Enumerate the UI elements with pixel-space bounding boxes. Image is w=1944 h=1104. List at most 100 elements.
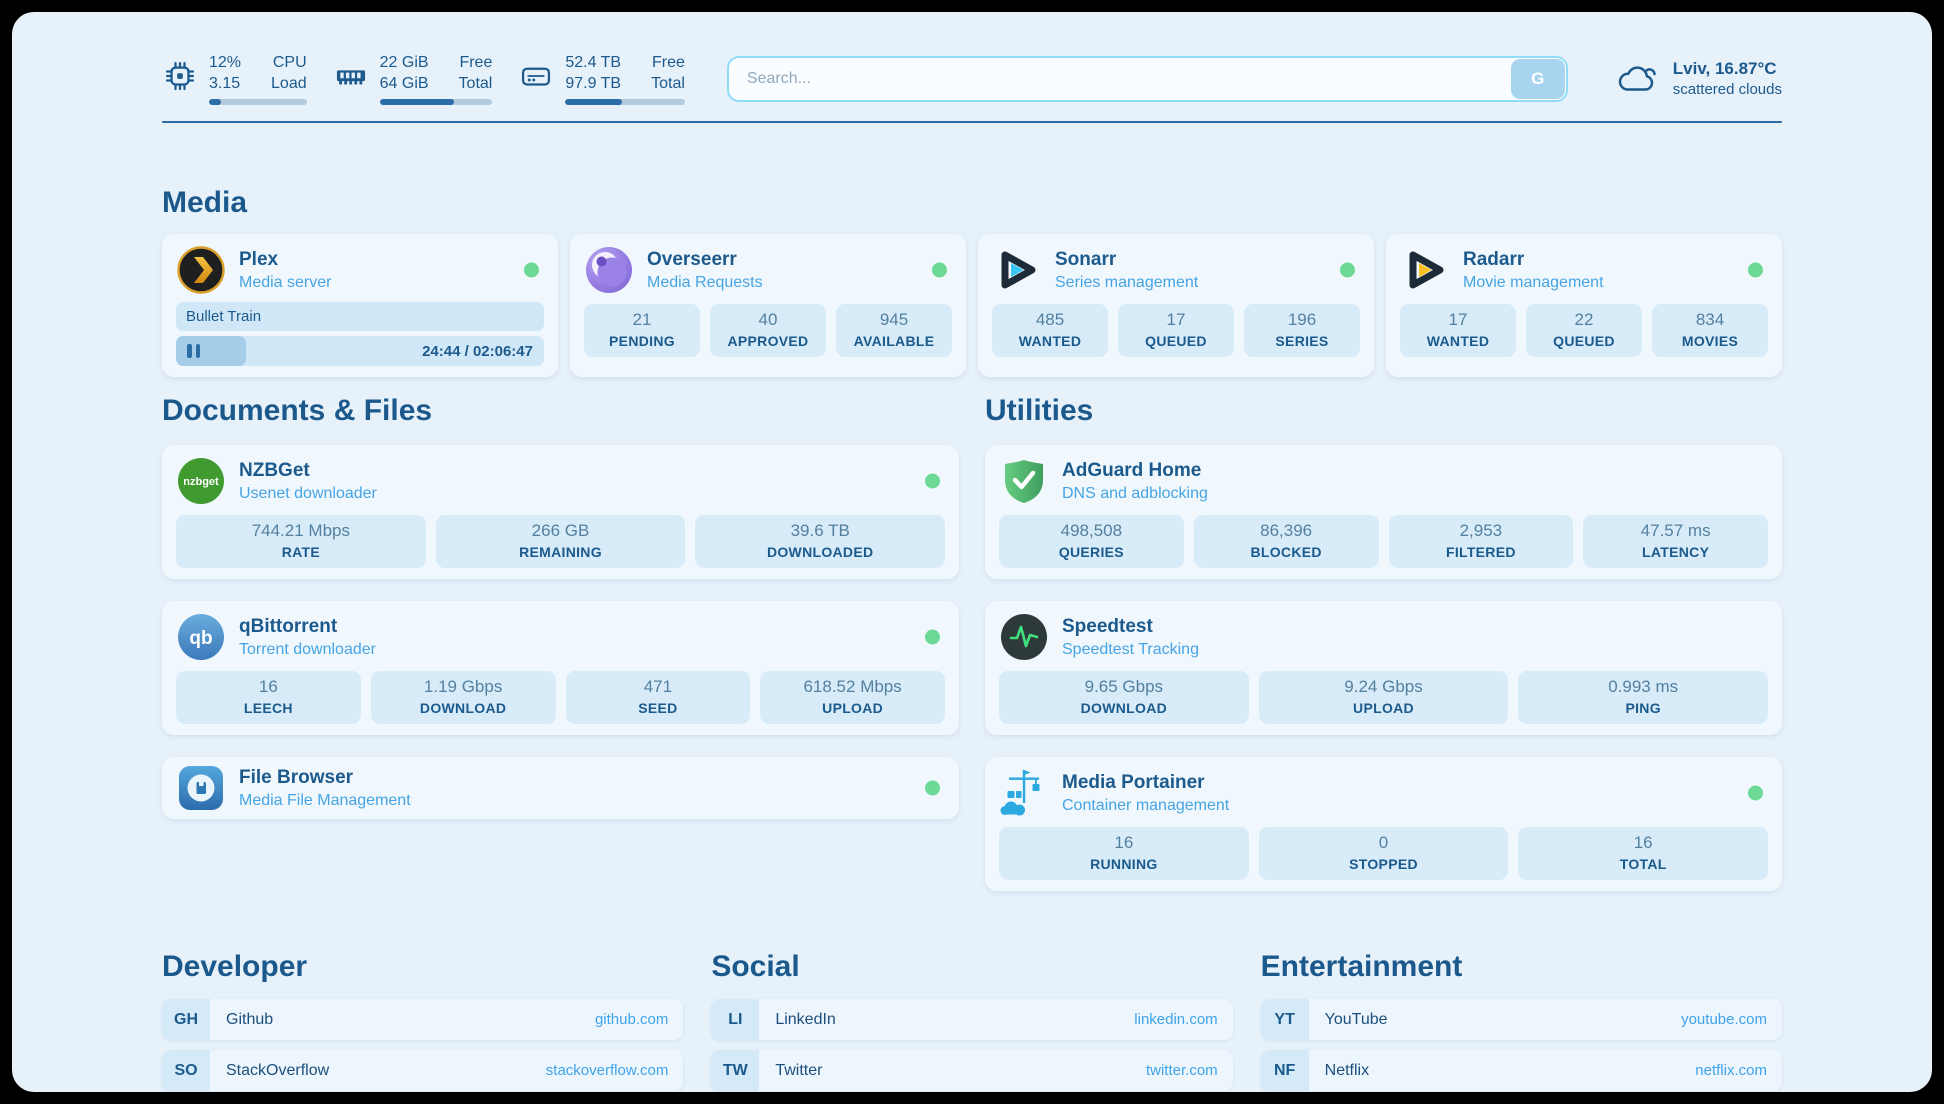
service-card-plex[interactable]: Plex Media server Bullet Train [162,234,558,377]
service-description: Series management [1055,272,1198,293]
ram-label-total: Total [459,73,493,94]
disk-total: 97.9 TB [565,73,621,94]
stat-total: 16 TOTAL [1518,827,1768,880]
status-dot [925,474,940,489]
stat-series: 196 SERIES [1244,304,1360,357]
cpu-load-avg: 3.15 [209,73,241,94]
pause-icon [187,344,200,358]
ram-icon [333,58,369,94]
bookmark-name: LinkedIn [775,1011,836,1029]
weather-location: Lviv, 16.87°C [1673,58,1782,80]
disk-usage-bar [565,99,685,105]
stat-queued: 17 QUEUED [1118,304,1234,357]
bookmark-twitter[interactable]: TW Twitter twitter.com [711,1050,1232,1091]
section-title-utilities: Utilities [985,393,1782,429]
status-dot [1340,263,1355,278]
cpu-widget: 12% 3.15 CPU Load [162,52,307,105]
bookmark-url: github.com [595,1011,668,1028]
cpu-usage-bar [209,99,307,105]
search-input[interactable] [727,56,1568,102]
playback-time: 24:44 / 02:06:47 [422,343,533,360]
bookmark-url: youtube.com [1681,1011,1767,1028]
section-title-media: Media [162,185,1782,221]
bookmark-name: YouTube [1325,1011,1388,1029]
status-dot [1748,263,1763,278]
status-dot [925,630,940,645]
weather-widget: Lviv, 16.87°C scattered clouds [1614,56,1782,102]
service-card-qbittorrent[interactable]: qb qBittorrent Torrent downloader 16 LEE… [162,601,959,735]
adguard-icon [999,456,1049,506]
now-playing-title: Bullet Train [186,308,261,325]
stat-movies: 834 MOVIES [1652,304,1768,357]
ram-label-free: Free [459,52,492,73]
service-name: Overseerr [647,248,763,272]
service-description: Media server [239,272,331,293]
now-playing-row: Bullet Train [176,302,544,331]
stat-upload: 9.24 Gbps UPLOAD [1259,671,1509,724]
ram-usage-bar-fill [380,99,454,105]
section-title-developer: Developer [162,949,683,985]
bookmark-name: StackOverflow [226,1062,329,1080]
ram-total: 64 GiB [380,73,429,94]
stat-upload: 618.52 Mbps UPLOAD [760,671,945,724]
disk-icon [518,58,554,94]
media-card-grid: Plex Media server Bullet Train [162,234,1782,377]
svg-text:qb: qb [189,628,212,649]
section-title-entertainment: Entertainment [1261,949,1782,985]
service-card-radarr[interactable]: Radarr Movie management 17 WANTED 22 QUE… [1386,234,1782,377]
stat-stopped: 0 STOPPED [1259,827,1509,880]
stat-download: 9.65 Gbps DOWNLOAD [999,671,1249,724]
overseerr-icon [584,245,634,295]
bookmark-github[interactable]: GH Github github.com [162,999,683,1040]
cpu-icon [162,58,198,94]
stat-queued: 22 QUEUED [1526,304,1642,357]
bookmark-url: twitter.com [1146,1062,1218,1079]
sonarr-icon [992,245,1042,295]
search-provider-button[interactable]: G [1511,59,1565,99]
search-bar: G [727,56,1568,102]
cpu-usage-bar-fill [209,99,221,105]
status-dot [524,263,539,278]
section-title-documents: Documents & Files [162,393,959,429]
bookmark-name: Twitter [775,1062,822,1080]
bookmark-stackoverflow[interactable]: SO StackOverflow stackoverflow.com [162,1050,683,1091]
stat-seed: 471 SEED [566,671,751,724]
stat-latency: 47.57 ms LATENCY [1583,515,1768,568]
service-description: Media Requests [647,272,763,293]
bookmark-group-developer: Developer GH Github github.com SO StackO… [162,949,683,1092]
service-name: NZBGet [239,459,377,483]
service-card-sonarr[interactable]: Sonarr Series management 485 WANTED 17 Q… [978,234,1374,377]
bookmark-abbr: SO [162,1050,210,1091]
service-card-overseerr[interactable]: Overseerr Media Requests 21 PENDING 40 A… [570,234,966,377]
service-name: Media Portainer [1062,771,1229,795]
stat-wanted: 485 WANTED [992,304,1108,357]
stat-running: 16 RUNNING [999,827,1249,880]
nzbget-icon: nzbget [176,456,226,506]
ram-free: 22 GiB [380,52,429,73]
stat-blocked: 86,396 BLOCKED [1194,515,1379,568]
bookmark-abbr: YT [1261,999,1309,1040]
service-description: Container management [1062,795,1229,816]
service-description: Speedtest Tracking [1062,639,1199,660]
section-title-social: Social [711,949,1232,985]
service-name: AdGuard Home [1062,459,1208,483]
bookmark-youtube[interactable]: YT YouTube youtube.com [1261,999,1782,1040]
plex-icon [176,245,226,295]
bookmark-group-entertainment: Entertainment YT YouTube youtube.com NF … [1261,949,1782,1092]
cpu-label2: Load [271,73,307,94]
speedtest-icon [999,612,1049,662]
service-card-speedtest[interactable]: Speedtest Speedtest Tracking 9.65 Gbps D… [985,601,1782,735]
service-card-filebrowser[interactable]: File Browser Media File Management [162,757,959,819]
service-card-portainer[interactable]: Media Portainer Container management 16 … [985,757,1782,891]
bookmark-netflix[interactable]: NF Netflix netflix.com [1261,1050,1782,1091]
stat-wanted: 17 WANTED [1400,304,1516,357]
stat-ping: 0.993 ms PING [1518,671,1768,724]
service-card-adguard[interactable]: AdGuard Home DNS and adblocking 498,508 … [985,445,1782,579]
status-dot [925,781,940,796]
disk-label-free: Free [652,52,685,73]
filebrowser-icon [176,763,226,813]
disk-free: 52.4 TB [565,52,621,73]
stat-available: 945 AVAILABLE [836,304,952,357]
service-card-nzbget[interactable]: nzbget NZBGet Usenet downloader 744.21 M… [162,445,959,579]
bookmark-linkedin[interactable]: LI LinkedIn linkedin.com [711,999,1232,1040]
